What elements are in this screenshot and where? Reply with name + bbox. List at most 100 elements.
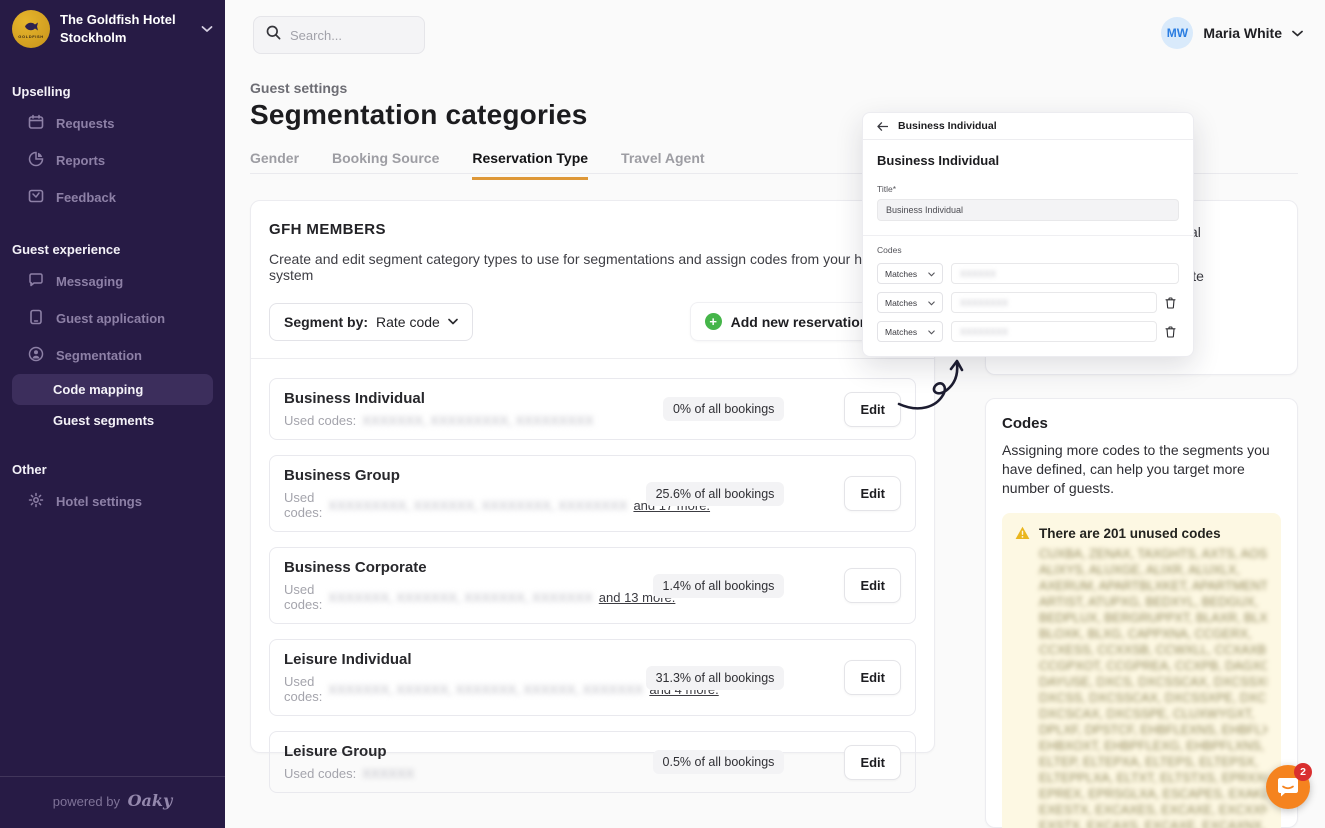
- segment-list: Business Individual Used codes:XXXXXXX, …: [269, 378, 916, 793]
- code-rule-row: Matches XXXXXX: [877, 263, 1179, 284]
- chat-bubble-icon: [1277, 777, 1299, 798]
- person-icon: [28, 346, 44, 365]
- popup-back-label[interactable]: Business Individual: [898, 120, 997, 132]
- codes-label: Codes: [877, 245, 1179, 255]
- segment-row-business-individual: Business Individual Used codes:XXXXXXX, …: [269, 378, 916, 440]
- chevron-down-icon: [1292, 30, 1303, 37]
- redacted-codes: XXXXXXX, XXXXXX, XXXXXXX, XXXXXX, XXXXXX…: [328, 682, 643, 697]
- segment-by-label: Segment by:: [284, 314, 368, 330]
- user-menu[interactable]: MW Maria White: [1161, 17, 1303, 49]
- used-codes-label: Used codes:: [284, 582, 322, 612]
- redacted-codes: XXXXXXX, XXXXXXXXX, XXXXXXXXX: [362, 413, 593, 428]
- sidebar-item-label: Hotel settings: [56, 494, 142, 509]
- members-card-title: GFH MEMBERS: [269, 221, 916, 238]
- search-input[interactable]: Search...: [253, 16, 425, 54]
- powered-by-label: powered by: [53, 794, 120, 809]
- code-rule-row: Matches XXXXXXXX: [877, 321, 1179, 342]
- redacted-codes: XXXXXXX, XXXXXXX, XXXXXXX, XXXXXXX: [328, 590, 592, 605]
- used-codes-label: Used codes:: [284, 766, 356, 781]
- bookings-share-badge: 1.4% of all bookings: [653, 574, 785, 598]
- chevron-down-icon: [928, 327, 935, 337]
- segment-by-dropdown[interactable]: Segment by: Rate code: [269, 303, 473, 341]
- edit-button[interactable]: Edit: [844, 568, 901, 603]
- operator-value: Matches: [885, 327, 917, 337]
- hotel-logo: GOLDFISH: [12, 10, 50, 48]
- used-codes-label: Used codes:: [284, 490, 322, 520]
- search-placeholder: Search...: [290, 28, 342, 43]
- used-codes-label: Used codes:: [284, 674, 322, 704]
- warning-icon: [1015, 526, 1030, 828]
- sidebar-item-messaging[interactable]: Messaging: [12, 263, 213, 300]
- gear-icon: [28, 492, 44, 511]
- sidebar-section-guest-experience: Guest experience: [12, 242, 213, 257]
- sidebar-item-segmentation[interactable]: Segmentation: [12, 337, 213, 374]
- sidebar-item-reports[interactable]: Reports: [12, 142, 213, 179]
- chevron-down-icon: [201, 20, 213, 38]
- sidebar-item-guest-segments[interactable]: Guest segments: [12, 405, 213, 436]
- codes-card-title: Codes: [1002, 415, 1281, 432]
- sidebar-item-hotel-settings[interactable]: Hotel settings: [12, 483, 213, 520]
- members-card-description: Create and edit segment category types t…: [269, 251, 916, 283]
- bookings-share-badge: 31.3% of all bookings: [646, 666, 785, 690]
- edit-button[interactable]: Edit: [844, 660, 901, 695]
- breadcrumb: Guest settings: [250, 80, 347, 96]
- edit-segment-popup: Business Individual Business Individual …: [862, 112, 1194, 357]
- codes-card: Codes Assigning more codes to the segmen…: [985, 398, 1298, 828]
- sidebar-item-feedback[interactable]: Feedback: [12, 179, 213, 216]
- tab-travel-agent[interactable]: Travel Agent: [621, 150, 705, 180]
- tab-gender[interactable]: Gender: [250, 150, 299, 180]
- code-value-field[interactable]: XXXXXX: [951, 263, 1179, 284]
- segment-row-business-group: Business Group Used codes:XXXXXXXXX, XXX…: [269, 455, 916, 532]
- bookings-share-badge: 25.6% of all bookings: [646, 482, 785, 506]
- warning-title: There are 201 unused codes: [1039, 526, 1267, 541]
- edit-button[interactable]: Edit: [844, 745, 901, 780]
- app-root: GOLDFISH The Goldfish Hotel Stockholm Up…: [0, 0, 1325, 828]
- sidebar-item-label: Messaging: [56, 274, 123, 289]
- pie-chart-icon: [28, 151, 44, 170]
- sidebar-item-label: Reports: [56, 153, 105, 168]
- chevron-down-icon: [928, 298, 935, 308]
- hand-drawn-arrow: [893, 346, 975, 418]
- chat-unread-badge: 2: [1294, 763, 1312, 781]
- oaky-logo: Oaky: [128, 791, 173, 810]
- sidebar-footer: powered by Oaky: [0, 776, 225, 828]
- bookings-share-badge: 0% of all bookings: [663, 397, 784, 421]
- codes-card-body: Assigning more codes to the segments you…: [1002, 441, 1281, 498]
- operator-value: Matches: [885, 269, 917, 279]
- chevron-down-icon: [448, 318, 458, 325]
- divider: [863, 235, 1193, 236]
- search-icon: [266, 25, 281, 45]
- code-value-field[interactable]: XXXXXXXX: [951, 292, 1157, 313]
- sidebar-item-label: Requests: [56, 116, 115, 131]
- back-arrow-icon[interactable]: [877, 122, 888, 131]
- trash-icon[interactable]: [1165, 326, 1179, 338]
- code-rule-row: Matches XXXXXXXX: [877, 292, 1179, 313]
- operator-select[interactable]: Matches: [877, 263, 943, 284]
- device-icon: [28, 309, 44, 328]
- operator-value: Matches: [885, 298, 917, 308]
- bookings-share-badge: 0.5% of all bookings: [653, 750, 785, 774]
- edit-button[interactable]: Edit: [844, 476, 901, 511]
- sidebar-item-guest-application[interactable]: Guest application: [12, 300, 213, 337]
- unused-codes-redacted: CUXBA, ZENAX, TAXGHTS, AXTS, AOSPEC, ALI…: [1039, 546, 1267, 828]
- sidebar-item-code-mapping[interactable]: Code mapping: [12, 374, 213, 405]
- code-value-field[interactable]: XXXXXXXX: [951, 321, 1157, 342]
- sidebar-section-other: Other: [12, 462, 213, 477]
- hotel-switcher[interactable]: GOLDFISH The Goldfish Hotel Stockholm: [0, 0, 225, 58]
- sidebar-item-label: Segmentation: [56, 348, 142, 363]
- operator-select[interactable]: Matches: [877, 292, 943, 313]
- segment-name: Leisure Group: [284, 743, 653, 760]
- trash-icon[interactable]: [1165, 297, 1179, 309]
- segment-row-business-corporate: Business Corporate Used codes:XXXXXXX, X…: [269, 547, 916, 624]
- tab-reservation-type[interactable]: Reservation Type: [472, 150, 588, 180]
- redacted-codes: XXXXXXXXX, XXXXXXX, XXXXXXXX, XXXXXXXX: [328, 498, 627, 513]
- sidebar-item-requests[interactable]: Requests: [12, 105, 213, 142]
- tab-booking-source[interactable]: Booking Source: [332, 150, 439, 180]
- calendar-icon: [28, 114, 44, 133]
- avatar: MW: [1161, 17, 1193, 49]
- members-card: GFH MEMBERS Create and edit segment cate…: [250, 200, 935, 753]
- title-field[interactable]: Business Individual: [877, 199, 1179, 221]
- chevron-down-icon: [928, 269, 935, 279]
- redacted-codes: XXXXXX: [362, 766, 414, 781]
- operator-select[interactable]: Matches: [877, 321, 943, 342]
